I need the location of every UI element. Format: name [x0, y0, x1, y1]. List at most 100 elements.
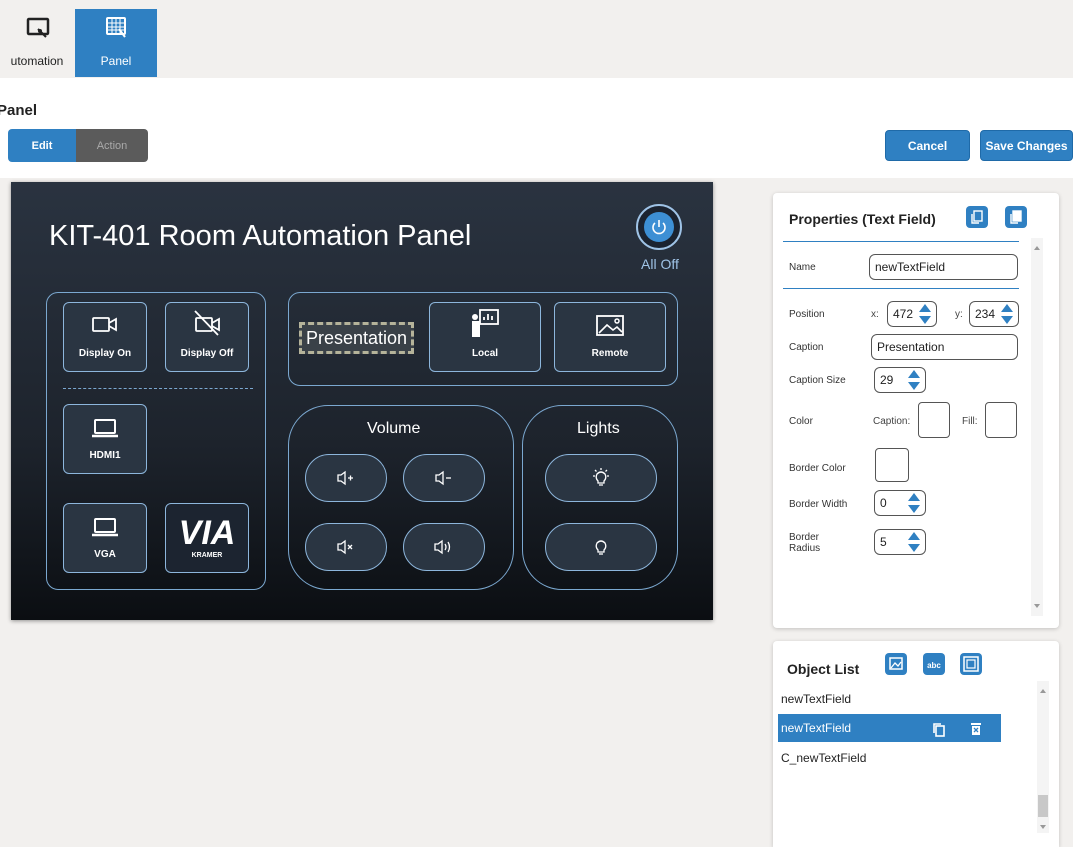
all-off-label: All Off — [641, 256, 679, 272]
panel-title[interactable]: KIT-401 Room Automation Panel — [49, 220, 471, 253]
spinner-icon[interactable] — [1000, 303, 1014, 325]
mute-button[interactable] — [305, 523, 387, 571]
lights-off-button[interactable] — [545, 523, 657, 571]
volume-up-button[interactable] — [305, 454, 387, 502]
display-on-label: Display On — [78, 348, 132, 359]
bulb-off-icon — [595, 540, 607, 555]
button-object-icon — [963, 656, 979, 672]
local-button[interactable]: Local — [429, 302, 541, 372]
fill-color-swatch[interactable] — [985, 402, 1017, 438]
caption-color-swatch[interactable] — [918, 402, 950, 438]
text-abc-icon: abc — [927, 661, 941, 670]
volume-mute-icon — [337, 539, 353, 555]
border-width-label: Border Width — [789, 499, 848, 510]
copy-icon — [971, 210, 983, 224]
lights-on-button[interactable] — [545, 454, 657, 502]
image-icon — [889, 657, 903, 670]
hdmi1-label: HDMI1 — [89, 450, 121, 461]
all-off-button[interactable] — [636, 204, 682, 250]
y-label: y: — [955, 309, 963, 320]
edit-mode-button[interactable]: Edit — [8, 129, 76, 162]
add-button-button[interactable] — [960, 653, 982, 675]
border-width-input[interactable]: 0 — [874, 490, 926, 516]
caption-size-value: 29 — [880, 373, 894, 387]
copy-properties-button[interactable] — [966, 206, 988, 228]
scroll-up-icon[interactable] — [1034, 246, 1040, 250]
remote-button[interactable]: Remote — [554, 302, 666, 372]
spinner-icon[interactable] — [907, 531, 921, 553]
hdmi1-button[interactable]: HDMI1 — [63, 404, 147, 474]
tab-panel-label: Panel — [100, 54, 132, 68]
scroll-down-icon[interactable] — [1040, 825, 1046, 829]
properties-title: Properties (Text Field) — [789, 211, 936, 227]
svg-text:KRAMER: KRAMER — [192, 552, 223, 559]
top-nav: utomation Panel — [0, 0, 1073, 78]
volume-down-button[interactable] — [403, 454, 485, 502]
spinner-icon[interactable] — [918, 303, 932, 325]
divider — [783, 288, 1019, 289]
display-on-button[interactable]: Display On — [63, 302, 147, 372]
header-area — [0, 78, 1073, 178]
volume-title: Volume — [367, 420, 421, 437]
page-title: Panel — [0, 102, 38, 119]
cancel-button[interactable]: Cancel — [885, 130, 970, 161]
volume-loud-icon — [434, 539, 451, 555]
display-off-label: Display Off — [180, 348, 234, 359]
duplicate-icon[interactable] — [932, 722, 946, 738]
laptop-icon — [92, 518, 118, 537]
name-input[interactable]: newTextField — [869, 254, 1018, 280]
scroll-down-icon[interactable] — [1034, 604, 1040, 608]
bulb-on-icon — [593, 468, 609, 486]
tab-panel[interactable]: Panel — [75, 9, 157, 77]
volume-button[interactable] — [403, 523, 485, 571]
kramer-logo-tile[interactable]: VIA KRAMER — [165, 503, 249, 573]
svg-text:abc: abc — [927, 661, 941, 670]
border-width-value: 0 — [880, 496, 887, 510]
divider — [783, 241, 1019, 242]
divider — [63, 388, 253, 389]
object-list-scrollbar[interactable] — [1037, 681, 1049, 833]
paste-properties-button[interactable] — [1005, 206, 1027, 228]
local-label: Local — [471, 348, 499, 359]
position-x-value: 472 — [893, 307, 914, 321]
spinner-icon[interactable] — [907, 492, 921, 514]
display-off-button[interactable]: Display Off — [165, 302, 249, 372]
action-mode-button[interactable]: Action — [76, 129, 148, 162]
save-changes-button[interactable]: Save Changes — [980, 130, 1073, 161]
svg-text:VIA: VIA — [179, 514, 236, 552]
scroll-thumb[interactable] — [1038, 795, 1048, 817]
presentation-text-field[interactable]: Presentation — [299, 322, 414, 354]
border-color-swatch[interactable] — [875, 448, 909, 482]
add-text-button[interactable]: abc — [923, 653, 945, 675]
vga-label: VGA — [94, 549, 116, 560]
caption-size-input[interactable]: 29 — [874, 367, 926, 393]
tab-automation[interactable]: utomation — [0, 9, 74, 77]
panel-canvas[interactable]: KIT-401 Room Automation Panel All Off Di… — [11, 182, 713, 620]
laptop-icon — [92, 419, 118, 438]
add-image-button[interactable] — [885, 653, 907, 675]
spinner-icon[interactable] — [907, 369, 921, 391]
x-label: x: — [871, 309, 879, 320]
power-icon — [644, 212, 674, 242]
border-radius-input[interactable]: 5 — [874, 529, 926, 555]
border-color-label: Border Color — [789, 463, 846, 474]
list-item-selected[interactable]: newTextField — [778, 714, 1001, 742]
list-item[interactable]: C_newTextField — [778, 744, 866, 772]
position-label: Position — [789, 309, 825, 320]
position-y-input[interactable]: 234 — [969, 301, 1019, 327]
mode-toggle: Edit Action — [8, 129, 148, 162]
delete-icon[interactable] — [970, 722, 982, 736]
caption-size-label: Caption Size — [789, 375, 846, 386]
caption-color-label: Caption: — [873, 416, 911, 427]
scroll-up-icon[interactable] — [1040, 689, 1046, 693]
volume-down-icon — [435, 470, 451, 486]
list-item[interactable]: newTextField — [778, 685, 851, 713]
caption-input[interactable]: Presentation — [871, 334, 1018, 360]
caption-label: Caption — [789, 342, 824, 353]
border-radius-label-line1: Border — [789, 532, 820, 543]
position-x-input[interactable]: 472 — [887, 301, 937, 327]
position-y-value: 234 — [975, 307, 996, 321]
properties-scrollbar[interactable] — [1031, 238, 1043, 616]
via-kramer-logo: VIA KRAMER — [179, 514, 236, 559]
vga-button[interactable]: VGA — [63, 503, 147, 573]
